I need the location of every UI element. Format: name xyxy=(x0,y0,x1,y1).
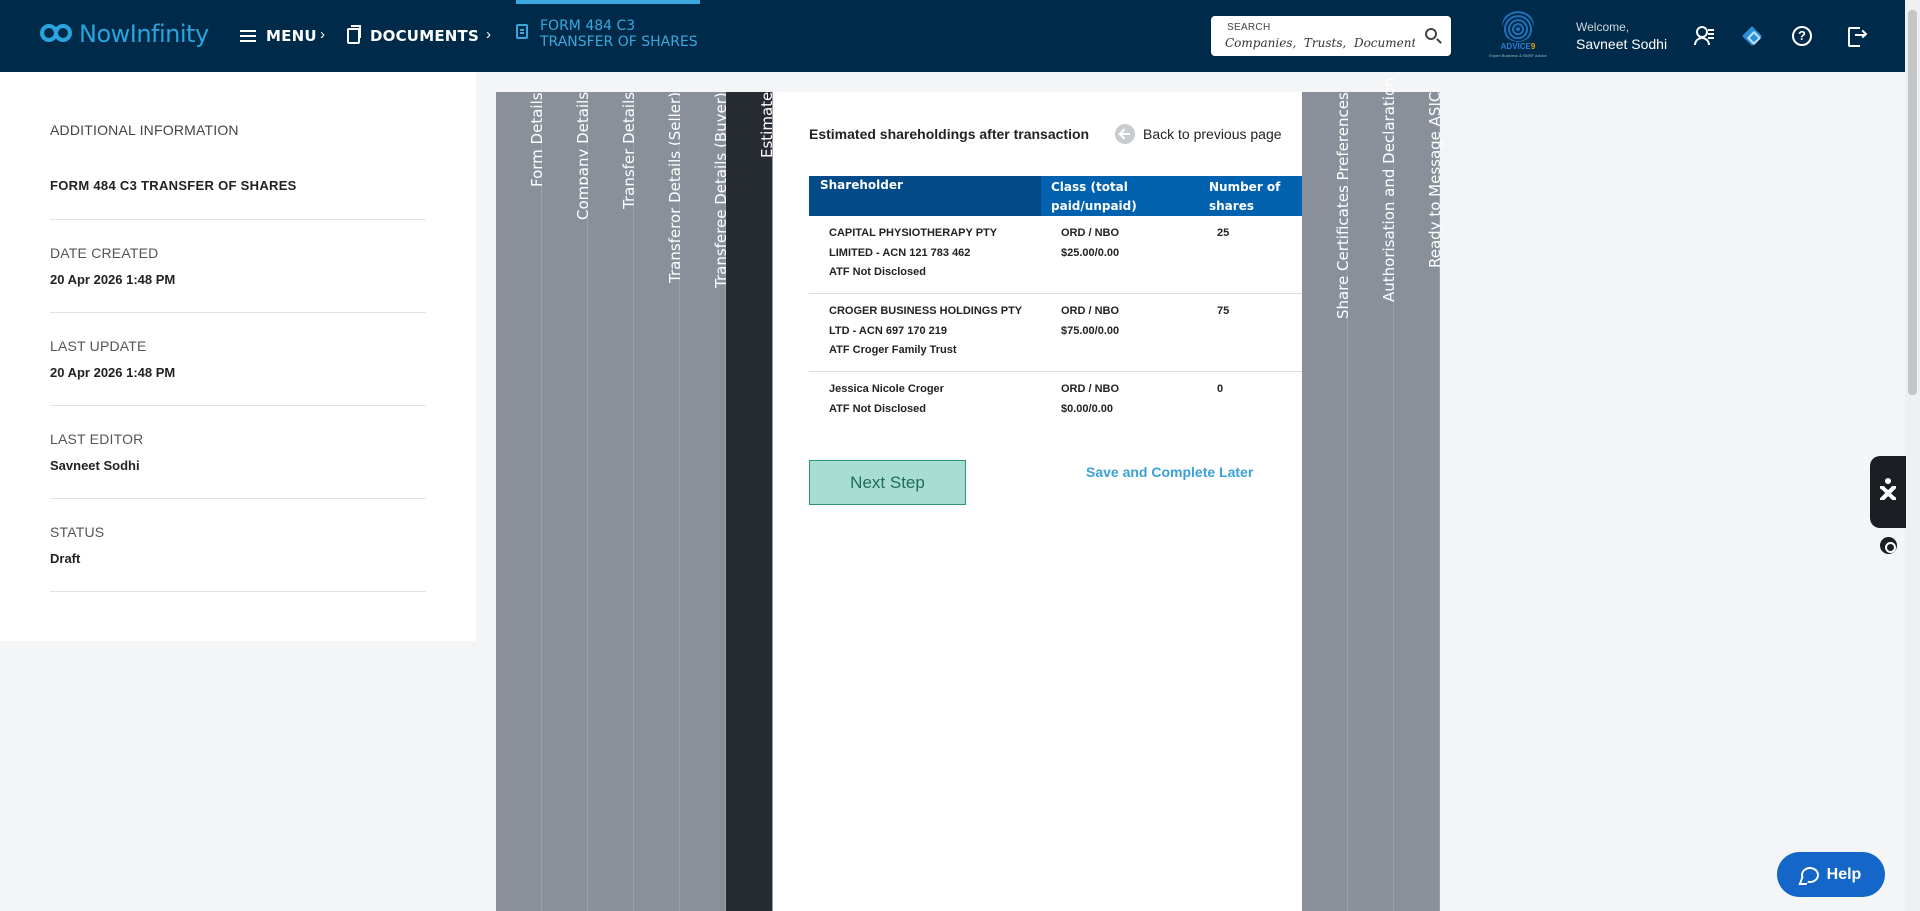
active-tab-indicator xyxy=(516,0,700,4)
shareholder-cell: CROGER BUSINESS HOLDINGS PTY LTD - ACN 6… xyxy=(829,305,1023,356)
additional-information-panel: ADDITIONAL INFORMATION FORM 484 C3 TRANS… xyxy=(0,72,476,641)
last-editor-label: LAST EDITOR xyxy=(50,431,144,447)
estimate-title: Estimated shareholdings after transactio… xyxy=(809,126,1090,142)
tab-transferor-details[interactable]: Transferor Details (Seller) xyxy=(634,92,684,911)
documents-nav-item[interactable]: DOCUMENTS xyxy=(347,0,479,72)
accessibility-icon xyxy=(1880,478,1896,504)
status-label: STATUS xyxy=(50,524,105,540)
next-step-button[interactable]: Next Step xyxy=(809,460,966,505)
estimate-panel: Estimated shareholdings after transactio… xyxy=(773,92,1302,911)
tab-form-details[interactable]: Form Details xyxy=(496,92,546,911)
help-icon[interactable]: ? xyxy=(1792,26,1812,46)
chat-bubble-icon xyxy=(1800,866,1819,883)
divider xyxy=(50,219,426,220)
shareholdings-table: Shareholder Class (total paid/unpaid) Nu… xyxy=(809,176,1302,450)
brand-name: ADVICE9 xyxy=(1500,42,1536,51)
shareholder-cell: Jessica Nicole Croger ATF Not Disclosed xyxy=(829,383,944,415)
diamond-icon[interactable] xyxy=(1742,26,1762,46)
menu-icon xyxy=(240,30,256,42)
shareholder-cell: CAPITAL PHYSIOTHERAPY PTY LIMITED - ACN … xyxy=(829,227,998,278)
last-update-value: 20 Apr 2026 1:48 PM xyxy=(50,365,176,380)
divider xyxy=(50,405,426,406)
class-cell: ORD / NBO $25.00/0.00 xyxy=(1061,227,1120,259)
back-to-previous-page-link[interactable]: Back to previous page xyxy=(1115,124,1282,144)
divider xyxy=(50,591,426,592)
last-update-label: LAST UPDATE xyxy=(50,338,147,354)
tab-label: Transfer Details xyxy=(620,92,638,210)
logo-text: NowInfinity xyxy=(79,20,209,48)
brand-tagline: Expert Business & SMSF Advice xyxy=(1489,53,1547,58)
gear-icon[interactable] xyxy=(1880,537,1897,554)
tab-label: Form Details xyxy=(528,92,546,187)
shares-cell: 75 xyxy=(1217,305,1230,317)
tab-label: Estimate xyxy=(758,92,776,159)
tab-label: Authorisation and Declaration xyxy=(1380,77,1398,302)
infinity-logo-icon xyxy=(40,22,73,46)
info-form-name: FORM 484 C3 TRANSFER OF SHARES xyxy=(50,178,297,193)
tab-label: Share Certificates Preferences xyxy=(1334,92,1352,319)
back-arrow-icon xyxy=(1115,124,1135,144)
menu-label: MENU xyxy=(266,27,317,45)
column-header-shareholder: Shareholder xyxy=(809,176,1041,216)
tab-authorisation-and-declaration[interactable]: Authorisation and Declaration xyxy=(1348,77,1398,911)
tab-share-certificates-preferences[interactable]: Share Certificates Preferences xyxy=(1302,92,1352,911)
fingerprint-logo-icon xyxy=(1502,10,1534,42)
divider xyxy=(50,312,426,313)
logout-icon[interactable] xyxy=(1848,26,1868,47)
status-value: Draft xyxy=(50,551,81,566)
chevron-right-icon: › xyxy=(486,26,491,43)
table-header: Shareholder Class (total paid/unpaid) Nu… xyxy=(809,176,1302,216)
table-row: CAPITAL PHYSIOTHERAPY PTY LIMITED - ACN … xyxy=(809,216,1302,294)
documents-icon xyxy=(347,25,361,44)
tab-label: Ready to Message ASIC xyxy=(1426,92,1444,269)
search-label: SEARCH xyxy=(1227,22,1271,33)
tab-transfer-details[interactable]: Transfer Details xyxy=(588,92,638,911)
tab-estimate[interactable]: Estimate xyxy=(726,92,776,911)
table-row: CROGER BUSINESS HOLDINGS PTY LTD - ACN 6… xyxy=(809,294,1302,372)
nowinfinity-logo[interactable]: NowInfinity xyxy=(40,20,209,48)
column-header-class: Class (total paid/unpaid) xyxy=(1051,180,1137,213)
chevron-right-icon: › xyxy=(320,26,325,43)
tab-label: Company Details xyxy=(574,92,592,221)
tab-ready-to-message-asic[interactable]: Ready to Message ASIC xyxy=(1394,92,1444,911)
tab-company-details[interactable]: Company Details xyxy=(542,92,592,911)
divider xyxy=(50,498,426,499)
global-search[interactable]: SEARCH xyxy=(1211,16,1451,56)
class-cell: ORD / NBO $0.00/0.00 xyxy=(1061,383,1120,415)
accessibility-widget[interactable] xyxy=(1870,456,1906,528)
active-document-tab[interactable]: FORM 484 C3 TRANSFER OF SHARES xyxy=(516,0,700,72)
top-navigation-bar: NowInfinity MENU › DOCUMENTS › FORM 484 … xyxy=(0,0,1920,72)
column-header-number-of-shares: Number of shares xyxy=(1209,180,1281,213)
advice9-logo: ADVICE9 Expert Business & SMSF Advice xyxy=(1486,8,1550,64)
date-created-label: DATE CREATED xyxy=(50,245,159,261)
help-chat-button[interactable]: Help xyxy=(1777,852,1885,897)
documents-label: DOCUMENTS xyxy=(370,27,479,45)
save-and-complete-later-link[interactable]: Save and Complete Later xyxy=(1086,464,1253,480)
last-editor-value: Savneet Sodhi xyxy=(50,458,140,473)
tab-label: Transferor Details (Seller) xyxy=(666,92,684,284)
search-input[interactable] xyxy=(1225,35,1415,51)
form-icon xyxy=(516,24,528,39)
search-icon[interactable] xyxy=(1425,28,1437,40)
tab-label: Transferee Details (Buyer) xyxy=(712,92,730,288)
shares-cell: 0 xyxy=(1217,383,1224,395)
scrollbar-thumb[interactable] xyxy=(1908,10,1917,395)
welcome-block: Welcome, Savneet Sodhi xyxy=(1576,20,1667,52)
active-document-label: FORM 484 C3 TRANSFER OF SHARES xyxy=(540,18,698,50)
welcome-label: Welcome, xyxy=(1576,20,1630,34)
user-name: Savneet Sodhi xyxy=(1576,36,1668,52)
menu-button[interactable]: MENU xyxy=(240,0,317,72)
date-created-value: 20 Apr 2026 1:48 PM xyxy=(50,272,176,287)
table-row: Jessica Nicole Croger ATF Not Disclosed … xyxy=(809,372,1302,450)
tab-transferee-details[interactable]: Transferee Details (Buyer) xyxy=(680,92,730,911)
info-heading: ADDITIONAL INFORMATION xyxy=(50,122,239,138)
back-label: Back to previous page xyxy=(1143,126,1282,142)
shares-cell: 25 xyxy=(1217,227,1230,239)
user-list-icon[interactable] xyxy=(1694,26,1714,46)
class-cell: ORD / NBO $75.00/0.00 xyxy=(1061,305,1120,337)
help-label: Help xyxy=(1826,865,1862,883)
